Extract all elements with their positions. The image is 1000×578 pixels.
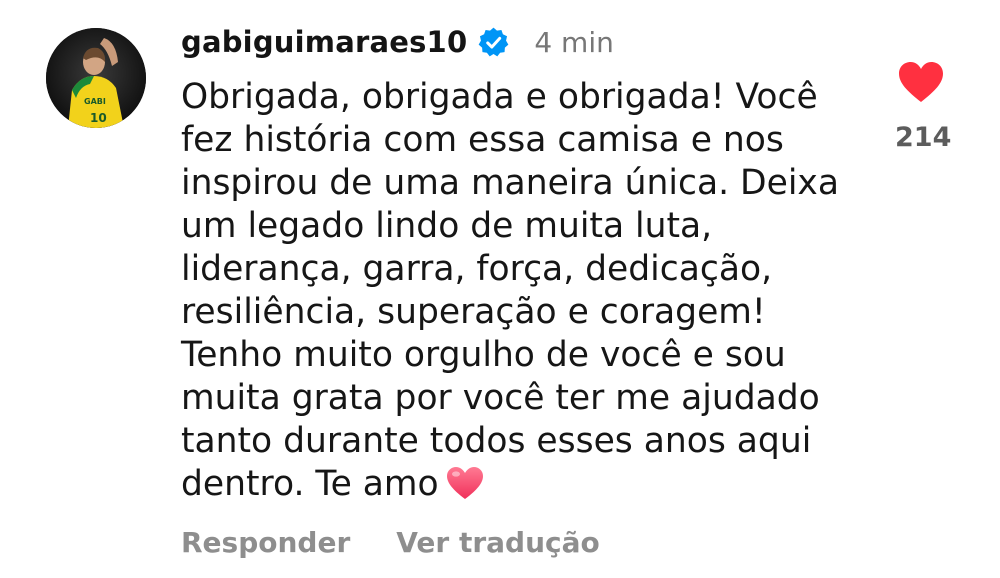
comment-text: Obrigada, obrigada e obrigada! Você fez …: [181, 77, 839, 504]
see-translation-button[interactable]: Ver tradução: [396, 526, 599, 559]
heart-icon[interactable]: [897, 60, 945, 104]
avatar-image: GABI 10: [46, 28, 146, 128]
comment-actions: Responder Ver tradução: [181, 526, 600, 559]
comment-body: Obrigada, obrigada e obrigada! Você fez …: [181, 76, 861, 506]
reply-button[interactable]: Responder: [181, 526, 350, 559]
svg-text:GABI: GABI: [84, 97, 106, 106]
avatar[interactable]: GABI 10: [46, 28, 146, 128]
like-section: 214: [895, 60, 952, 153]
like-count: 214: [895, 122, 952, 153]
timestamp[interactable]: 4 min: [534, 26, 614, 59]
comment-header: gabiguimaraes10 4 min: [181, 22, 614, 62]
verified-badge-icon: [477, 26, 510, 59]
heart-emoji-icon: [445, 465, 485, 501]
username-link[interactable]: gabiguimaraes10: [181, 25, 467, 59]
svg-text:10: 10: [90, 111, 107, 125]
